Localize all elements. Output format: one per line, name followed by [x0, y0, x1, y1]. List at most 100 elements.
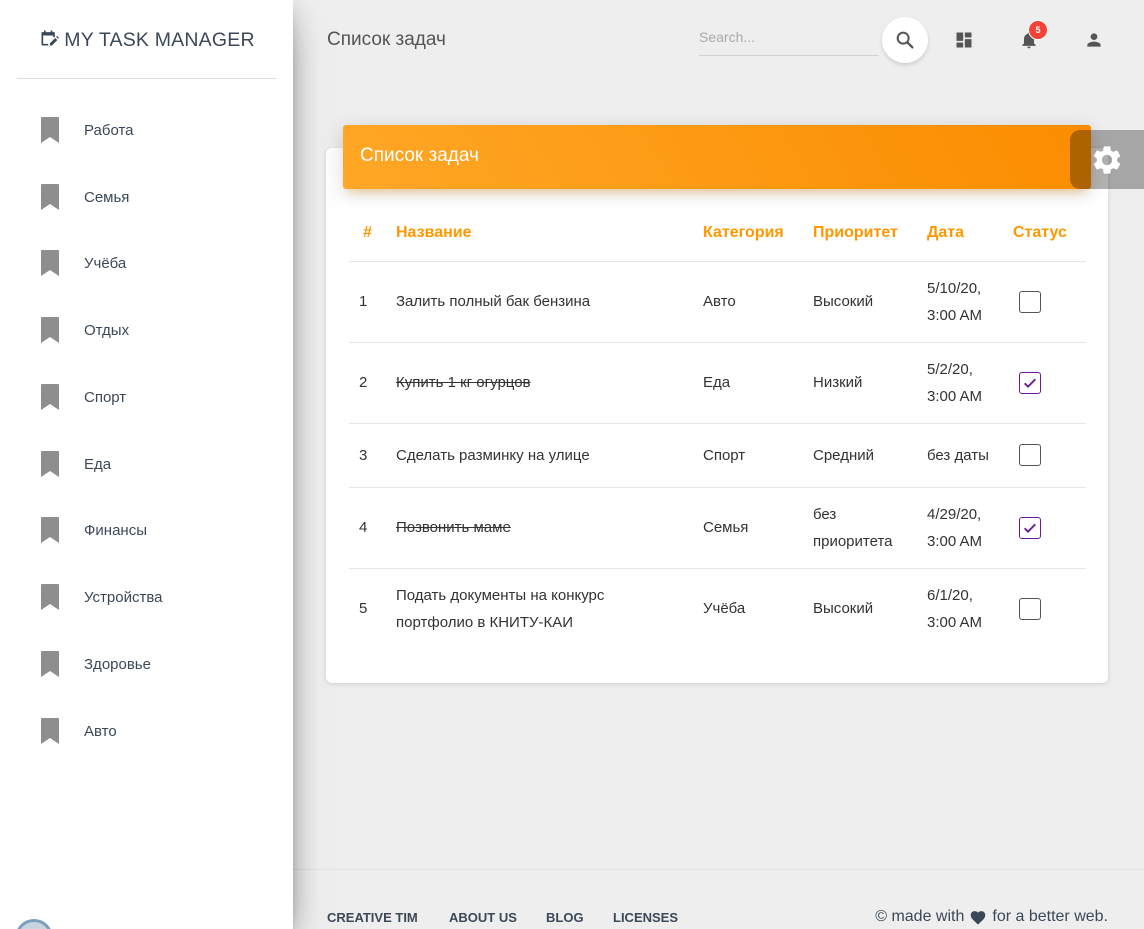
- table-row[interactable]: 5 Подать документы на конкурс портфолио …: [349, 568, 1086, 649]
- footer: CREATIVE TIM ABOUT US BLOG LICENSES © ma…: [293, 869, 1144, 929]
- footer-link-creative-tim[interactable]: CREATIVE TIM: [327, 910, 418, 925]
- copyright-prefix: © made with: [875, 908, 965, 925]
- brand-title: MY TASK MANAGER: [64, 28, 255, 51]
- footer-link-about-us[interactable]: ABOUT US: [449, 910, 517, 925]
- bookmark-icon: [41, 117, 59, 143]
- task-number: 4: [349, 487, 396, 569]
- copyright: © made with for a better web.: [875, 908, 1108, 926]
- sidebar-item-label: Устройства: [84, 588, 163, 606]
- task-priority: без приоритета: [813, 487, 927, 569]
- search-button[interactable]: [882, 17, 928, 63]
- sidebar-item-health[interactable]: Здоровье: [40, 644, 270, 684]
- task-status: [1013, 487, 1086, 569]
- bookmark-icon: [41, 317, 59, 343]
- user-button[interactable]: [1082, 28, 1106, 52]
- task-date: без даты: [927, 423, 1013, 488]
- sidebar-item-label: Отдых: [84, 321, 130, 339]
- task-date-line: 3:00 AM: [927, 387, 983, 405]
- check-icon: [1024, 378, 1036, 388]
- status-checkbox[interactable]: [1019, 444, 1041, 466]
- task-category: Авто: [703, 261, 813, 343]
- sidebar-item-work[interactable]: Работа: [40, 110, 270, 150]
- heart-icon: [971, 911, 986, 925]
- gear-icon: [1093, 145, 1121, 174]
- task-status: [1013, 261, 1086, 343]
- task-number: 5: [359, 600, 368, 618]
- task-priority-line: без: [813, 505, 837, 523]
- task-name-line: Подать документы на конкурс: [396, 586, 605, 604]
- sidebar-item-family[interactable]: Семья: [40, 177, 270, 217]
- table-row[interactable]: 4 Позвонить маме Семья без приоритета 4/…: [349, 487, 1086, 569]
- sidebar-item-auto[interactable]: Авто: [40, 711, 270, 751]
- sidebar-item-finance[interactable]: Финансы: [40, 510, 270, 550]
- search-input[interactable]: [699, 27, 879, 45]
- sidebar-item-label: Авто: [84, 722, 117, 740]
- status-checkbox[interactable]: [1019, 597, 1041, 620]
- sidebar-item-label: Финансы: [84, 521, 147, 539]
- task-priority: Низкий: [813, 342, 927, 424]
- status-checkbox[interactable]: [1019, 290, 1041, 313]
- settings-button[interactable]: [1070, 130, 1144, 189]
- task-date-line: 3:00 AM: [927, 613, 983, 631]
- column-header-priority: Приоритет: [813, 206, 927, 262]
- tasks-table: # Название Категория Приоритет Дата Стат…: [349, 206, 1086, 649]
- task-date-line: 3:00 AM: [927, 532, 983, 550]
- task-date-line: 4/29/20,: [927, 505, 982, 523]
- task-priority-line: приоритета: [813, 532, 893, 550]
- status-checkbox[interactable]: [1019, 371, 1041, 394]
- status-checkbox[interactable]: [1019, 516, 1041, 539]
- table-row[interactable]: 3 Сделать разминку на улице Спорт Средни…: [349, 423, 1086, 488]
- bookmark-icon: [41, 651, 59, 677]
- task-date: 5/10/20, 3:00 AM: [927, 261, 1013, 343]
- task-date-line: 5/10/20,: [927, 279, 982, 297]
- calendar-edit-icon: [41, 30, 60, 46]
- sidebar-item-label: Спорт: [84, 388, 127, 406]
- bookmark-icon: [41, 384, 59, 410]
- sidebar-item-label: Работа: [84, 121, 134, 139]
- sidebar-item-study[interactable]: Учёба: [40, 243, 270, 283]
- brand-logo[interactable]: MY TASK MANAGER: [17, 0, 276, 79]
- column-header-category: Категория: [703, 206, 813, 262]
- task-date-line: 5/2/20,: [927, 360, 973, 378]
- table-row[interactable]: 1 Залить полный бак бензина Авто Высокий…: [349, 261, 1086, 343]
- footer-link-licenses[interactable]: LICENSES: [613, 910, 678, 925]
- card-title: Список задач: [360, 145, 479, 166]
- task-status: [1013, 423, 1086, 488]
- sidebar-avatar[interactable]: [15, 919, 53, 929]
- column-header-status: Статус: [1013, 206, 1086, 262]
- task-priority: Высокий: [813, 261, 927, 343]
- search-icon: [896, 31, 914, 49]
- column-header-name: Название: [396, 206, 703, 262]
- bookmark-icon: [41, 517, 59, 543]
- column-header-date: Дата: [927, 206, 1013, 262]
- task-category: Спорт: [703, 423, 813, 488]
- page-title: Список задач: [327, 29, 446, 50]
- task-priority: Средний: [813, 423, 927, 488]
- bookmark-icon: [41, 184, 59, 210]
- task-name: Сделать разминку на улице: [396, 423, 703, 488]
- sidebar-item-sport[interactable]: Спорт: [40, 377, 270, 417]
- task-name: Купить 1 кг огурцов: [396, 342, 703, 424]
- sidebar-item-food[interactable]: Еда: [40, 444, 270, 484]
- table-header-row: # Название Категория Приоритет Дата Стат…: [349, 206, 1086, 262]
- task-name: Залить полный бак бензина: [396, 261, 703, 343]
- dashboard-icon: [956, 32, 972, 48]
- bookmark-icon: [41, 250, 59, 276]
- task-name: Позвонить маме: [396, 487, 703, 569]
- sidebar-item-rest[interactable]: Отдых: [40, 310, 270, 350]
- dashboard-button[interactable]: [952, 28, 976, 52]
- copyright-suffix: for a better web.: [992, 908, 1108, 925]
- sidebar-item-label: Еда: [84, 455, 112, 473]
- table-row[interactable]: 2 Купить 1 кг огурцов Еда Низкий 5/2/20,…: [349, 342, 1086, 424]
- task-category: Семья: [703, 487, 813, 569]
- person-icon: [1087, 33, 1101, 47]
- task-category: Еда: [703, 342, 813, 424]
- footer-link-blog[interactable]: BLOG: [546, 910, 584, 925]
- sidebar-item-label: Здоровье: [84, 655, 151, 673]
- task-number: 2: [349, 342, 396, 424]
- sidebar-item-label: Учёба: [84, 254, 127, 272]
- sidebar-item-devices[interactable]: Устройства: [40, 577, 270, 617]
- task-date: 5/2/20, 3:00 AM: [927, 342, 1013, 424]
- task-date: 6/1/20, 3:00 AM: [927, 568, 1013, 649]
- search-field[interactable]: [699, 27, 879, 56]
